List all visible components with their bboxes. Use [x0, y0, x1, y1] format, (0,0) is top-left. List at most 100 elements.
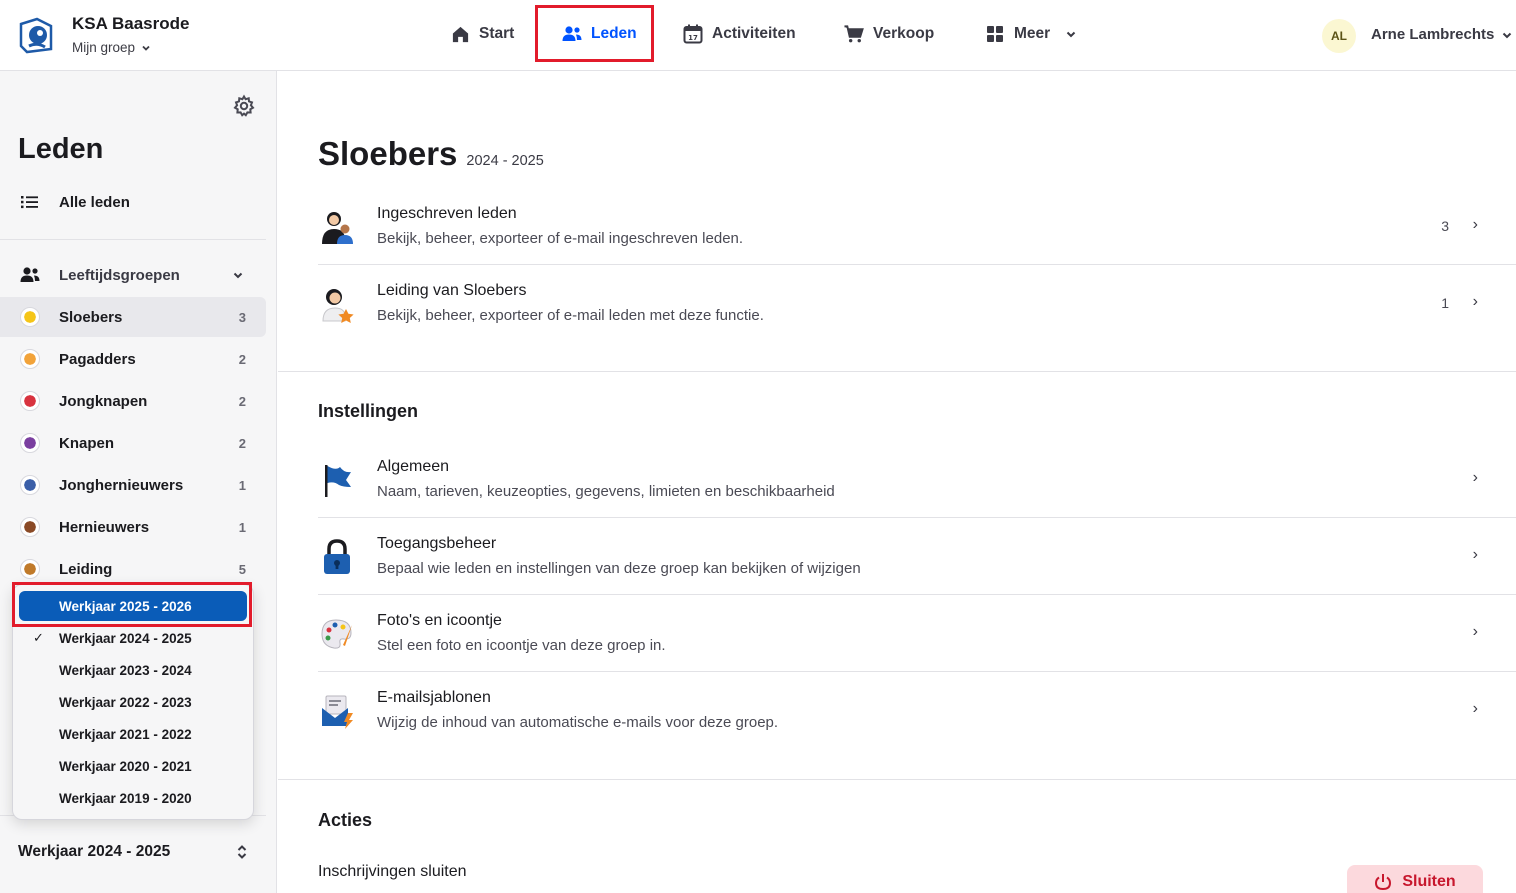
home-icon: [450, 24, 470, 44]
sidebar-item-knapen[interactable]: Knapen 2: [0, 423, 266, 463]
list-item-emailsjablonen[interactable]: E-mailsjablonen Wijzig de inhoud van aut…: [318, 672, 1516, 749]
main-content: Sloebers 2024 - 2025 Ingeschreven leden …: [278, 71, 1516, 893]
year-option-label: Werkjaar 2021 - 2022: [59, 726, 192, 742]
year-option[interactable]: Werkjaar 2022 - 2023: [19, 687, 247, 717]
chevron-up-down-icon: [237, 845, 247, 859]
sidebar-item-count: 1: [238, 477, 246, 493]
list-item-title: Algemeen: [377, 458, 450, 475]
palette-icon: [321, 619, 352, 649]
sidebar-item-hernieuwers[interactable]: Hernieuwers 1: [0, 507, 266, 547]
user-menu[interactable]: Arne Lambrechts: [1371, 26, 1513, 43]
sidebar-item-count: 2: [238, 351, 246, 367]
highlight-box-dropdown: [12, 582, 252, 627]
chevron-down-icon: [233, 272, 243, 279]
chevron-right-icon: ›: [1472, 546, 1478, 563]
nav-meer-label: Meer: [1014, 25, 1051, 42]
close-button-label: Sluiten: [1402, 873, 1456, 890]
year-option[interactable]: ✓ Werkjaar 2024 - 2025: [19, 623, 247, 653]
list-item-toegangsbeheer[interactable]: Toegangsbeheer Bepaal wie leden en inste…: [318, 518, 1516, 595]
page-title-text: Sloebers: [318, 135, 458, 172]
sidebar-item-label: Hernieuwers: [59, 518, 150, 536]
chevron-down-icon: [1066, 31, 1076, 38]
email-template-icon: [322, 695, 353, 729]
year-option-label: Werkjaar 2020 - 2021: [59, 758, 192, 774]
sidebar-section-leeftijdsgroepen[interactable]: Leeftijdsgroepen: [0, 255, 266, 295]
nav-start-label: Start: [479, 25, 515, 42]
list-item-description: Bekijk, beheer, exporteer of e-mail lede…: [377, 307, 764, 324]
sidebar-item-count: 5: [238, 561, 246, 577]
group-switcher-label: Mijn groep: [72, 40, 136, 55]
user-name: Arne Lambrechts: [1371, 26, 1495, 43]
sidebar-item-count: 2: [238, 393, 246, 409]
list-item-title: Leiding van Sloebers: [377, 282, 527, 299]
sidebar-item-count: 3: [238, 309, 246, 325]
sidebar-section-label: Leeftijdsgroepen: [59, 266, 180, 284]
sidebar-item-pagadders[interactable]: Pagadders 2: [0, 339, 266, 379]
users-icon: [19, 264, 41, 286]
group-color-dot: [20, 475, 40, 495]
org-logo-icon[interactable]: [17, 16, 55, 54]
sidebar-item-jongknapen[interactable]: Jongknapen 2: [0, 381, 266, 421]
year-option[interactable]: Werkjaar 2020 - 2021: [19, 751, 247, 781]
nav-meer[interactable]: Meer: [985, 6, 1077, 62]
list-item-count: 1: [1441, 295, 1449, 311]
list-item-title: Foto's en icoontje: [377, 612, 502, 629]
sidebar-item-label: Jongknapen: [59, 392, 148, 410]
members-icon: [322, 212, 353, 244]
sidebar-item-count: 2: [238, 435, 246, 451]
section-title-acties: Acties: [318, 810, 373, 830]
org-name: KSA Baasrode: [72, 14, 190, 33]
jongknapen-group-icon: [19, 390, 41, 412]
year-option-label: Werkjaar 2024 - 2025: [59, 630, 192, 646]
list-item-fotos-icoontje[interactable]: Foto's en icoontje Stel een foto en icoo…: [318, 595, 1516, 672]
year-option[interactable]: Werkjaar 2021 - 2022: [19, 719, 247, 749]
sidebar-item-alle-leden[interactable]: Alle leden: [0, 182, 266, 222]
lock-icon: [324, 539, 350, 574]
avatar[interactable]: AL: [1322, 19, 1356, 53]
group-color-dot: [20, 307, 40, 327]
page-title-period: 2024 - 2025: [466, 153, 544, 169]
list-icon: [19, 191, 41, 213]
nav-activiteiten[interactable]: 17 Activiteiten: [683, 6, 796, 62]
list-item-description: Bepaal wie leden en instellingen van dez…: [377, 560, 861, 577]
sidebar-divider: [0, 239, 266, 240]
sidebar-item-label: Sloebers: [59, 308, 123, 326]
list-item-description: Wijzig de inhoud van automatische e-mail…: [377, 714, 779, 731]
year-option[interactable]: Werkjaar 2019 - 2020: [19, 783, 247, 813]
sidebar-item-sloebers[interactable]: Sloebers 3: [0, 297, 266, 337]
action-title: Inschrijvingen sluiten: [318, 863, 467, 880]
nav-verkoop-label: Verkoop: [873, 25, 935, 42]
list-item-title: Toegangsbeheer: [377, 535, 497, 552]
list-item-title: Ingeschreven leden: [377, 205, 517, 222]
nav-verkoop[interactable]: Verkoop: [844, 6, 934, 62]
year-option[interactable]: Werkjaar 2023 - 2024: [19, 655, 247, 685]
checkmark-icon: ✓: [33, 630, 44, 645]
list-item-algemeen[interactable]: Algemeen Naam, tarieven, keuzeopties, ge…: [318, 441, 1516, 518]
sidebar-item-label: Leiding: [59, 560, 113, 578]
section-title-instellingen: Instellingen: [318, 401, 419, 421]
sidebar-item-label: Jonghernieuwers: [59, 476, 184, 494]
top-bar: KSA Baasrode Mijn groep Start Leden 17 A…: [0, 0, 1516, 71]
group-switcher[interactable]: Mijn groep: [72, 40, 151, 55]
list-item-ingeschreven-leden[interactable]: Ingeschreven leden Bekijk, beheer, expor…: [318, 188, 1516, 265]
list-item-leiding[interactable]: Leiding van Sloebers Bekijk, beheer, exp…: [318, 265, 1516, 342]
list-item-description: Stel een foto en icoontje van deze groep…: [377, 637, 666, 654]
chevron-right-icon: ›: [1472, 293, 1478, 310]
sidebar-item-jonghernieuwers[interactable]: Jonghernieuwers 1: [0, 465, 266, 505]
nav-start[interactable]: Start: [450, 6, 514, 62]
close-registrations-button[interactable]: Sluiten: [1347, 865, 1483, 893]
sidebar-item-count: 1: [238, 519, 246, 535]
jonghernieuwers-group-icon: [19, 474, 41, 496]
year-selector[interactable]: Werkjaar 2024 - 2025: [18, 843, 248, 861]
group-color-dot: [20, 391, 40, 411]
knapen-group-icon: [19, 432, 41, 454]
group-color-dot: [20, 559, 40, 579]
chevron-right-icon: ›: [1472, 216, 1478, 233]
page-title: Sloebers 2024 - 2025: [318, 135, 544, 173]
list-item-description: Naam, tarieven, keuzeopties, gegevens, l…: [377, 483, 835, 500]
nav-activiteiten-label: Activiteiten: [712, 25, 796, 42]
year-selector-label: Werkjaar 2024 - 2025: [18, 843, 171, 860]
year-option-label: Werkjaar 2019 - 2020: [59, 790, 192, 806]
gear-icon[interactable]: [232, 94, 256, 118]
group-color-dot: [20, 517, 40, 537]
